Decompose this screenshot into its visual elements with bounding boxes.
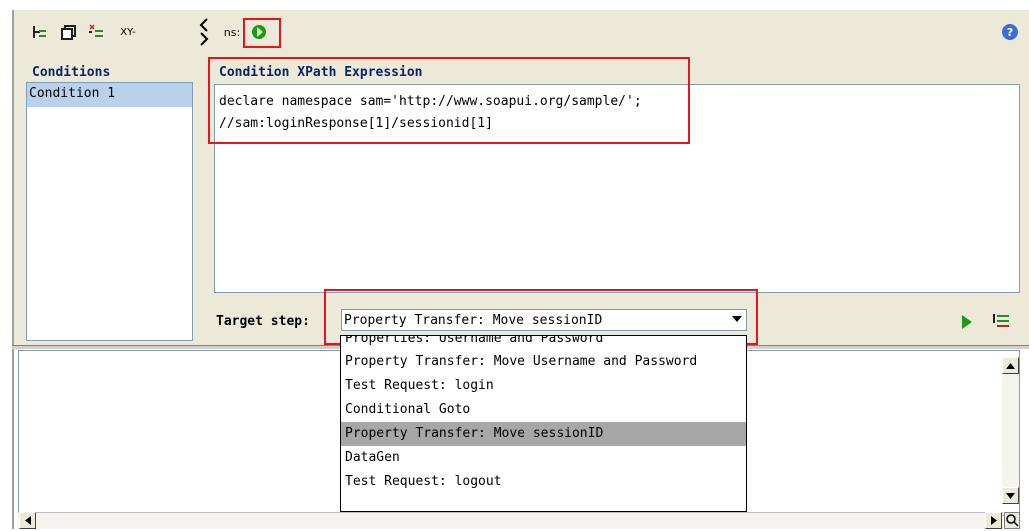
svg-text:?: ? bbox=[1007, 26, 1013, 39]
xy-button[interactable]: XY- bbox=[114, 22, 142, 42]
conditions-header: Conditions bbox=[32, 65, 111, 80]
log-panel-left-edge bbox=[12, 349, 14, 529]
delete-condition-icon[interactable] bbox=[86, 22, 108, 42]
dropdown-option[interactable]: Properties: Username and Password bbox=[341, 336, 746, 350]
condition-item[interactable]: Condition 1 bbox=[27, 83, 192, 107]
copy-icon[interactable] bbox=[60, 22, 78, 42]
vertical-scrollbar-track[interactable] bbox=[1002, 374, 1019, 487]
scroll-right-button[interactable] bbox=[985, 512, 1002, 529]
dropdown-option[interactable]: Property Transfer: Move Username and Pas… bbox=[341, 350, 746, 374]
run-step-icon[interactable] bbox=[960, 314, 974, 334]
target-step-label: Target step: bbox=[216, 314, 310, 329]
scroll-left-button[interactable] bbox=[19, 512, 36, 529]
namespace-label[interactable]: ns: bbox=[222, 22, 242, 42]
conditions-list[interactable]: Condition 1 bbox=[26, 82, 193, 341]
xpath-highlight-box bbox=[208, 57, 690, 144]
ns-highlight-box bbox=[243, 18, 281, 48]
scroll-down-button[interactable] bbox=[1002, 487, 1019, 504]
dropdown-option-selected[interactable]: Property Transfer: Move sessionID bbox=[341, 422, 746, 446]
list-options-icon[interactable] bbox=[992, 312, 1012, 334]
dropdown-option[interactable]: Test Request: logout bbox=[341, 470, 746, 494]
dropdown-option[interactable]: Test Request: login bbox=[341, 374, 746, 398]
dropdown-option[interactable]: Conditional Goto bbox=[341, 398, 746, 422]
add-condition-icon[interactable] bbox=[30, 22, 48, 42]
help-icon[interactable]: ? bbox=[1000, 22, 1020, 42]
splitter-handle[interactable] bbox=[199, 16, 209, 48]
horizontal-scrollbar-track[interactable] bbox=[18, 512, 1003, 529]
corner-zoom-icon[interactable] bbox=[1004, 512, 1020, 529]
dropdown-option[interactable]: DataGen bbox=[341, 446, 746, 470]
scroll-up-button[interactable] bbox=[1002, 357, 1019, 374]
target-step-dropdown[interactable]: Properties: Username and Password Proper… bbox=[340, 335, 747, 512]
